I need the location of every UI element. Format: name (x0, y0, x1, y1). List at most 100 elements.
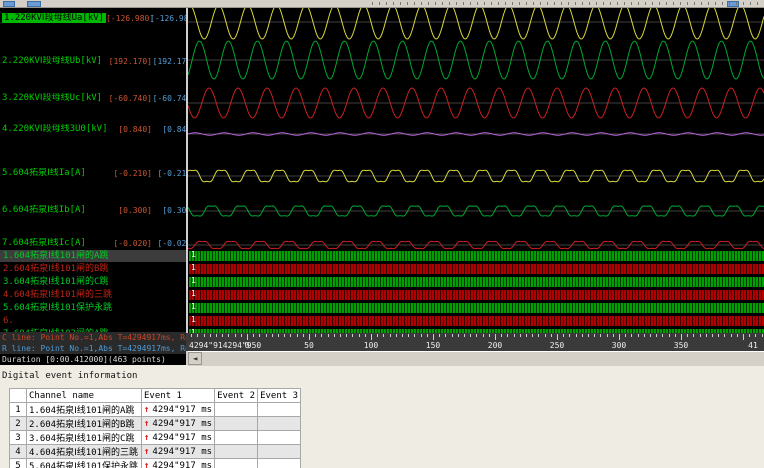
channel-name-cell: 2.604拓泉Ⅰ线101闸的B跳 (26, 416, 142, 431)
analog-channel-row-4[interactable]: 4.220KVⅠ段母线3U0[kV] [0.840] [0.840] (2, 124, 186, 135)
digital-channel-row-1[interactable]: 1.604拓泉Ⅰ线101闸的A跳 (0, 250, 186, 262)
digital-trace-bar-1[interactable]: 1 (189, 251, 764, 261)
ruler-minor-tick (234, 334, 236, 337)
event2-cell (214, 402, 259, 417)
ruler-minor-tick (674, 334, 676, 337)
channel-name-cell: 4.604拓泉Ⅰ线101闸的三跳 (26, 444, 142, 459)
ruler-label: 300 (611, 341, 627, 350)
trace-level-marker: 1 (191, 316, 196, 324)
ruler-minor-tick (321, 334, 323, 337)
ruler-minor-tick (228, 334, 230, 337)
analog-channel-row-1[interactable]: 1.220KVⅠ段母线Ua[kV][-126.980][-126.980] (2, 13, 186, 24)
analog-channel-row-5[interactable]: 5.604拓泉Ⅰ线Ia[A] [-0.210] [-0.210] (2, 168, 186, 179)
digital-channel-row-3[interactable]: 3.604拓泉Ⅰ线101闸的C跳 (0, 276, 186, 288)
ruler-minor-tick (216, 334, 217, 337)
ruler-minor-tick (507, 334, 509, 337)
ruler-major-tick (247, 334, 248, 340)
ruler-minor-tick (259, 334, 261, 337)
analog-channel-row-3[interactable]: 3.220KVⅠ段母线Uc[kV] [-60.740][-60.740] (2, 93, 186, 104)
ruler-minor-tick (389, 334, 391, 337)
table-row[interactable]: 1 1.604拓泉Ⅰ线101闸的A跳 ↑ 4294"917 ms (9, 402, 302, 417)
ruler-minor-tick (346, 334, 348, 337)
ruler-minor-tick (730, 334, 732, 337)
ruler-minor-tick (563, 334, 565, 337)
ruler-major-tick (309, 334, 310, 340)
ruler-minor-tick (302, 334, 304, 337)
ruler-minor-tick (687, 334, 689, 337)
ruler-minor-tick (445, 334, 447, 337)
ruler-major-tick (371, 334, 372, 340)
ruler-minor-tick (538, 334, 540, 337)
ruler-minor-tick (439, 334, 441, 337)
cursor-r-value: [192.170] (152, 57, 186, 66)
ruler-minor-tick (519, 334, 521, 337)
ruler-minor-tick (588, 334, 589, 337)
table-row[interactable]: 5 5.604拓泉Ⅰ线101保护永跳 ↑ 4294"917 ms (9, 458, 302, 468)
ruler-minor-tick (656, 334, 658, 337)
top-ruler-ticks (372, 2, 760, 5)
event1-cell: ↑ 4294"917 ms (140, 458, 216, 468)
toolbar-button-icon[interactable] (27, 1, 41, 7)
rising-edge-arrow-icon: ↑ (144, 418, 150, 429)
ruler-minor-tick (736, 334, 738, 337)
digital-trace-bar-5[interactable]: 1 (189, 303, 764, 313)
cursor-r-value: [-126.980] (150, 14, 186, 23)
ruler-label: 200 (487, 341, 503, 350)
ruler-minor-tick (668, 334, 670, 337)
ruler-minor-tick (550, 334, 552, 337)
ruler-minor-tick (705, 334, 707, 337)
analog-channel-row-2[interactable]: 2.220KVⅠ段母线Ub[kV] [192.170][192.170] (2, 56, 186, 67)
analog-channel-label: 1.220KVⅠ段母线Ua[kV] (2, 13, 107, 23)
digital-channel-row-4[interactable]: 4.604拓泉Ⅰ线101闸的三跳 (0, 289, 186, 301)
event1-cell: ↑ 4294"917 ms (140, 416, 216, 431)
ruler-minor-tick (662, 334, 664, 337)
digital-channel-row-6[interactable]: 6. (0, 315, 186, 327)
ruler-minor-tick (650, 334, 651, 337)
horizontal-scrollbar[interactable]: ◄ (188, 351, 764, 366)
ruler-minor-tick (575, 334, 577, 337)
ruler-label: 41 (748, 341, 758, 350)
analog-channel-row-7[interactable]: 7.604拓泉Ⅰ线Ic[A] [-0.020] [-0.020] (2, 238, 186, 249)
event-time: 4294"917 ms (152, 418, 213, 429)
event-time: 4294"917 ms (152, 460, 213, 468)
row-number-cell: 2 (9, 416, 27, 431)
waveform-trace-1 (191, 8, 764, 40)
event-time: 4294"917 ms (152, 446, 213, 457)
ruler-minor-tick (476, 334, 478, 337)
digital-channel-row-2[interactable]: 2.604拓泉Ⅰ线101闸的B跳 (0, 263, 186, 275)
ruler-minor-tick (222, 334, 224, 337)
digital-trace-bar-6[interactable]: 1 (189, 316, 764, 326)
cursor-c-value: [-126.980] (106, 14, 155, 23)
analog-channel-label: 5.604拓泉Ⅰ线Ia[A] (2, 168, 86, 178)
table-row[interactable]: 4 4.604拓泉Ⅰ线101闸的三跳 ↑ 4294"917 ms (9, 444, 302, 459)
digital-trace-bar-2[interactable]: 1 (189, 264, 764, 274)
ruler-minor-tick (420, 334, 422, 337)
rising-edge-arrow-icon: ↑ (144, 432, 150, 443)
event2-cell (214, 444, 259, 459)
ruler-major-tick (681, 334, 682, 340)
table-row[interactable]: 2 2.604拓泉Ⅰ线101闸的B跳 ↑ 4294"917 ms (9, 416, 302, 431)
analog-channel-label: 4.220KVⅠ段母线3U0[kV] (2, 124, 108, 134)
digital-trace-bar-3[interactable]: 1 (189, 277, 764, 287)
ruler-minor-tick (501, 334, 503, 337)
analog-channel-label: 7.604拓泉Ⅰ线Ic[A] (2, 238, 86, 248)
cursor-r-status: R line: Point No.=1,Abs T=4294917ms, Rel… (0, 343, 186, 354)
scrollbar-left-arrow-icon[interactable]: ◄ (188, 352, 202, 365)
ruler-minor-tick (718, 334, 720, 337)
table-row[interactable]: 3 3.604拓泉Ⅰ线101闸的C跳 ↑ 4294"917 ms (9, 430, 302, 445)
event2-cell (214, 430, 259, 445)
cursor-c-status: C line: Point No.=1,Abs T=4294917ms, Rel… (0, 332, 186, 343)
ruler-minor-tick (699, 334, 701, 337)
digital-channel-row-5[interactable]: 5.604拓泉Ⅰ线101保护永跳 (0, 302, 186, 314)
ruler-minor-tick (358, 334, 360, 337)
oscillograph-window: 1.220KVⅠ段母线Ua[kV][-126.980][-126.980]2.2… (0, 0, 764, 468)
table-header-cell: Channel name (26, 388, 142, 403)
ruler-minor-tick (340, 334, 341, 337)
toolbar-button-icon[interactable] (3, 1, 15, 7)
digital-trace-bar-4[interactable]: 1 (189, 290, 764, 300)
time-axis-ruler[interactable]: 4294"914294"950 0 50 100 150 200 250 300 350 41 (186, 333, 764, 351)
event-time: 4294"917 ms (152, 432, 213, 443)
channel-name-cell: 1.604拓泉Ⅰ线101闸的A跳 (26, 402, 142, 417)
analog-channel-row-6[interactable]: 6.604拓泉Ⅰ线Ib[A] [0.300] [0.300] (2, 205, 186, 216)
event3-cell (257, 458, 302, 468)
